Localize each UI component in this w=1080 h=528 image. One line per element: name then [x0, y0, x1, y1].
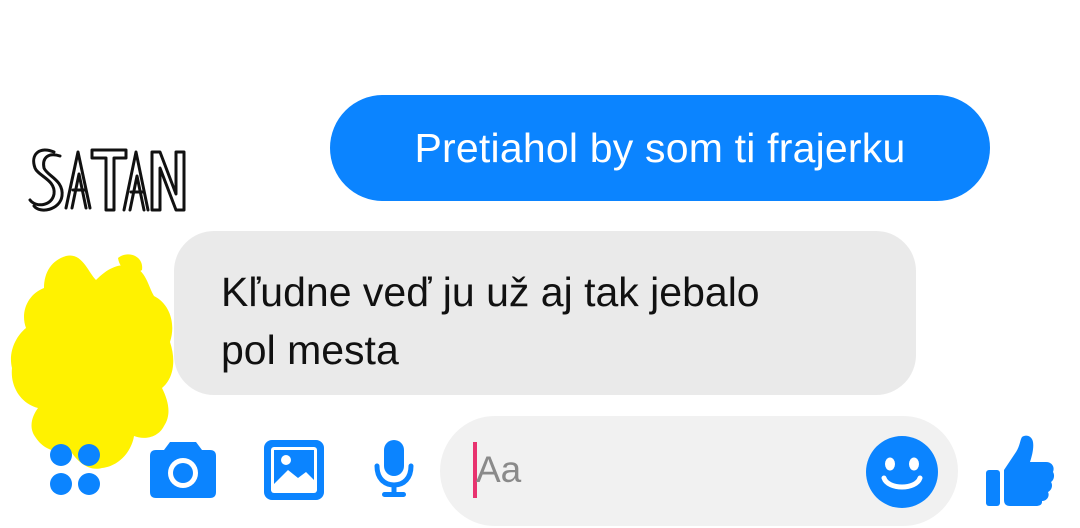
- message-input[interactable]: Aa: [440, 416, 958, 526]
- smiley-icon[interactable]: [864, 434, 940, 510]
- outgoing-message[interactable]: Pretiahol by som ti frajerku: [330, 95, 990, 201]
- thumbs-up-icon[interactable]: [984, 434, 1056, 508]
- chat-screen: Pretiahol by som ti frajerku Kľudne veď …: [0, 0, 1080, 528]
- camera-icon[interactable]: [148, 438, 218, 500]
- handwritten-label: [26, 138, 196, 218]
- incoming-message[interactable]: Kľudne veď ju už aj tak jebalo pol mesta: [174, 231, 916, 395]
- outgoing-message-text: Pretiahol by som ti frajerku: [414, 124, 906, 171]
- message-input-placeholder: Aa: [476, 449, 522, 490]
- apps-grid-icon[interactable]: [48, 442, 104, 498]
- incoming-message-line-1: Kľudne veď ju už aj tak jebalo: [221, 269, 760, 315]
- incoming-message-line-2: pol mesta: [221, 327, 399, 373]
- microphone-icon[interactable]: [372, 438, 416, 500]
- image-icon[interactable]: [262, 438, 326, 502]
